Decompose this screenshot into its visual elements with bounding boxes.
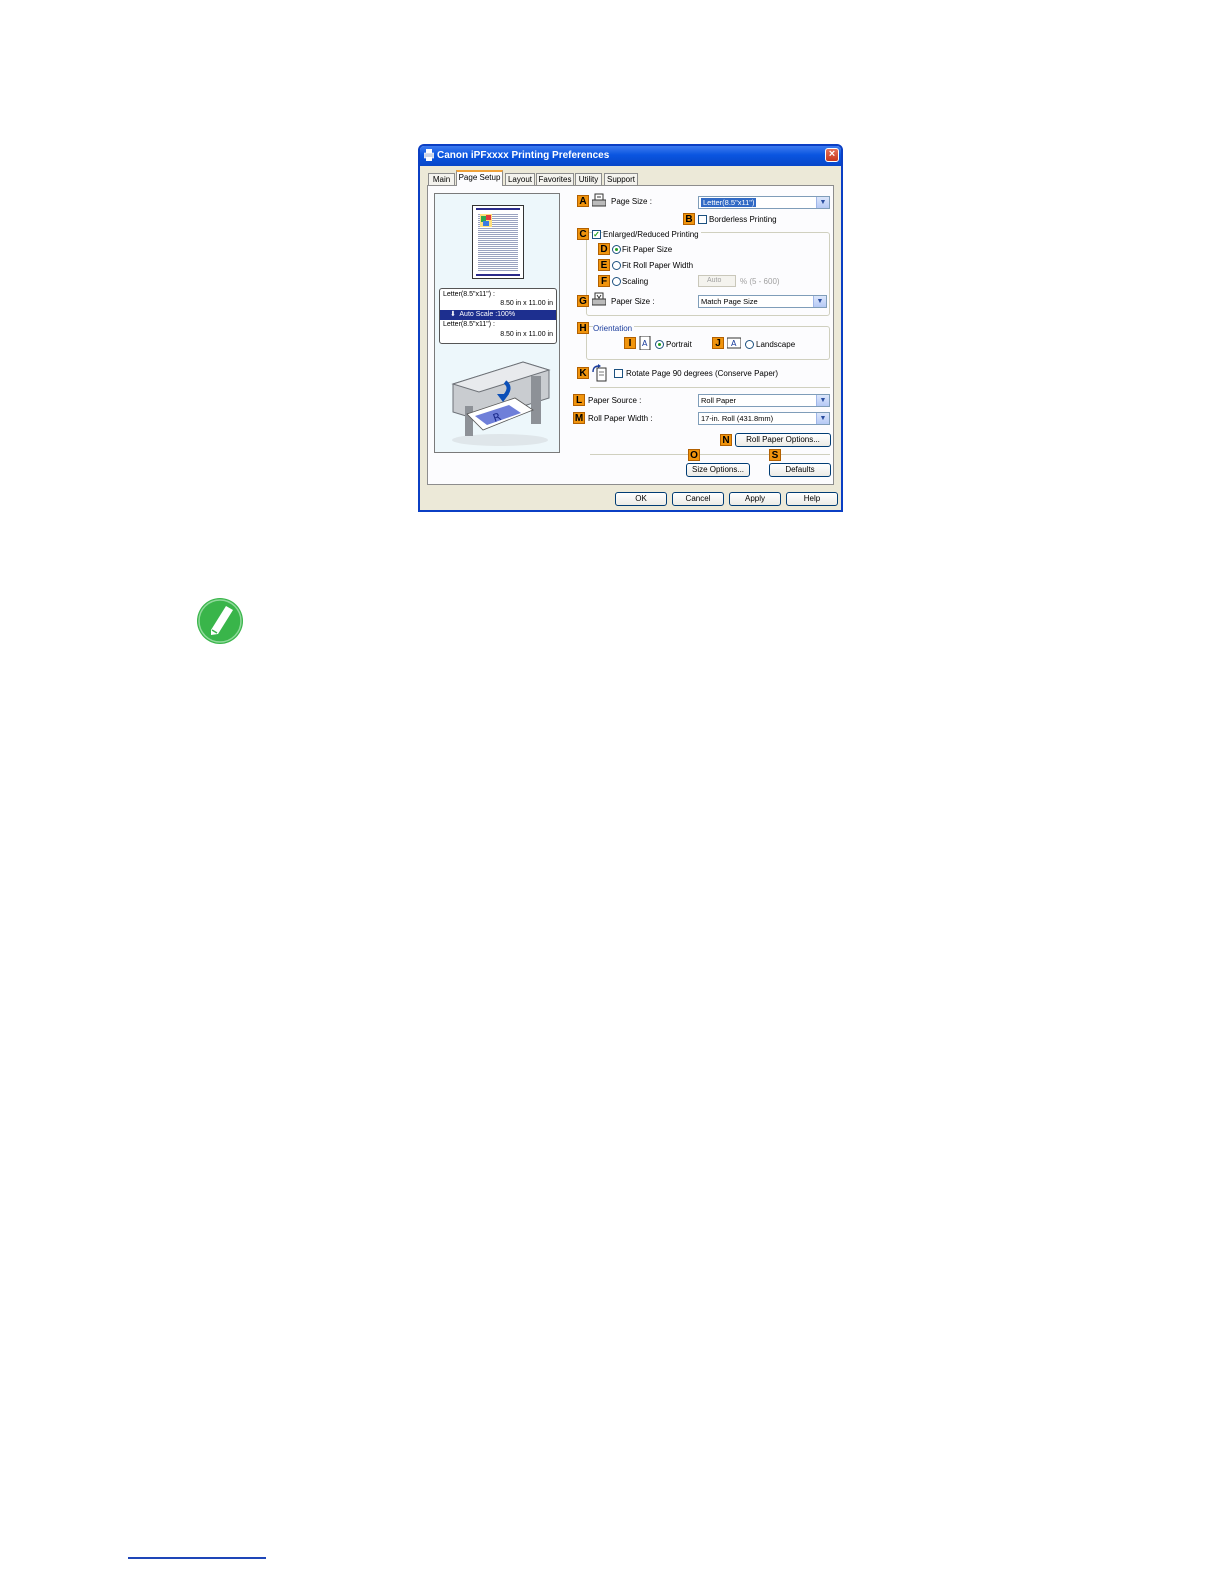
chevron-down-icon: ▼ <box>816 395 829 406</box>
help-button[interactable]: Help <box>786 492 838 506</box>
badge-i: I <box>624 337 636 349</box>
paper-size-value: Match Page Size <box>701 297 758 306</box>
scaling-label: Scaling <box>622 277 649 286</box>
info-line-2: 8.50 in x 11.00 in <box>500 300 553 307</box>
pencil-note-icon <box>197 598 243 644</box>
rotate-page-icon <box>592 364 607 382</box>
page-size-label: Page Size : <box>611 197 652 206</box>
chevron-down-icon: ▼ <box>816 197 829 208</box>
defaults-button[interactable]: Defaults <box>769 463 831 477</box>
badge-j: J <box>712 337 724 349</box>
badge-c: C <box>577 228 589 240</box>
landscape-label: Landscape <box>756 340 796 349</box>
page-thumbnail <box>472 205 524 279</box>
tab-utility[interactable]: Utility <box>575 173 602 185</box>
paper-size-label: Paper Size : <box>611 297 655 306</box>
borderless-label: Borderless Printing <box>709 215 777 224</box>
landscape-icon: A <box>727 337 741 349</box>
tab-page-setup[interactable]: Page Setup <box>456 170 503 186</box>
roll-width-select[interactable]: 17-in. Roll (431.8mm) ▼ <box>698 412 830 425</box>
tab-layout[interactable]: Layout <box>505 173 535 185</box>
divider-2 <box>590 454 830 455</box>
chevron-down-icon: ▼ <box>816 413 829 424</box>
badge-m: M <box>573 412 585 424</box>
title-bar: Canon iPFxxxx Printing Preferences × <box>420 146 841 166</box>
info-line-4: 8.50 in x 11.00 in <box>500 331 553 338</box>
badge-b: B <box>683 213 695 225</box>
badge-g: G <box>577 295 589 307</box>
badge-k: K <box>577 367 589 379</box>
badge-n: N <box>720 434 732 446</box>
badge-s: S <box>769 449 781 461</box>
portrait-label: Portrait <box>666 340 692 349</box>
cancel-button[interactable]: Cancel <box>672 492 724 506</box>
orientation-label: Orientation <box>593 324 635 333</box>
thumbnail-image-icon <box>480 214 492 227</box>
paper-size-icon <box>592 292 606 306</box>
svg-text:A: A <box>731 339 737 348</box>
preview-area: Letter(8.5"x11") : 8.50 in x 11.00 in ⬇ … <box>434 193 560 453</box>
roll-width-value: 17-in. Roll (431.8mm) <box>701 414 774 423</box>
apply-button[interactable]: Apply <box>729 492 781 506</box>
arrow-down-icon: ⬇ <box>450 311 456 318</box>
badge-o: O <box>688 449 700 461</box>
badge-l: L <box>573 394 585 406</box>
page-size-icon <box>592 193 606 207</box>
page-size-value: Letter(8.5"x11") <box>701 198 757 207</box>
info-line-1: Letter(8.5"x11") : <box>443 291 495 298</box>
scaling-value: Auto <box>707 277 722 284</box>
printer-app-icon <box>424 149 434 161</box>
footer-link-rule <box>128 1557 266 1559</box>
badge-h: H <box>577 322 589 334</box>
scaling-range-label: % (5 - 600) <box>740 277 780 286</box>
badge-d: D <box>598 243 610 255</box>
chevron-down-icon: ▼ <box>813 296 826 307</box>
rotate-page-label: Rotate Page 90 degrees (Conserve Paper) <box>626 369 779 378</box>
paper-source-select[interactable]: Roll Paper ▼ <box>698 394 830 407</box>
close-button[interactable]: × <box>825 148 839 162</box>
portrait-radio[interactable] <box>655 340 664 349</box>
rotate-page-checkbox[interactable] <box>614 369 623 378</box>
tab-support[interactable]: Support <box>604 173 638 185</box>
printing-preferences-dialog: Canon iPFxxxx Printing Preferences × Mai… <box>418 144 843 512</box>
landscape-radio[interactable] <box>745 340 754 349</box>
printer-illustration-icon: R <box>451 361 551 446</box>
fit-paper-size-radio[interactable] <box>612 245 621 254</box>
window-title: Canon iPFxxxx Printing Preferences <box>437 150 610 161</box>
paper-size-select[interactable]: Match Page Size ▼ <box>698 295 827 308</box>
size-info-box: Letter(8.5"x11") : 8.50 in x 11.00 in ⬇ … <box>439 288 557 344</box>
ok-button[interactable]: OK <box>615 492 667 506</box>
scale-text: Auto Scale :100% <box>459 311 516 318</box>
borderless-checkbox[interactable] <box>698 215 707 224</box>
size-options-button[interactable]: Size Options... <box>686 463 750 477</box>
svg-text:A: A <box>642 339 648 348</box>
fit-roll-width-label: Fit Roll Paper Width <box>622 261 694 270</box>
scaling-radio[interactable] <box>612 277 621 286</box>
roll-width-label: Roll Paper Width : <box>588 414 653 423</box>
tab-favorites[interactable]: Favorites <box>536 173 574 185</box>
tab-main[interactable]: Main <box>428 173 455 185</box>
badge-e: E <box>598 259 610 271</box>
fit-roll-width-radio[interactable] <box>612 261 621 270</box>
badge-f: F <box>598 275 610 287</box>
info-line-3: Letter(8.5"x11") : <box>443 321 495 328</box>
page-size-select[interactable]: Letter(8.5"x11") ▼ <box>698 196 830 209</box>
enlarged-reduced-label: Enlarged/Reduced Printing <box>603 230 701 239</box>
roll-paper-options-button[interactable]: Roll Paper Options... <box>735 433 831 447</box>
scale-highlight: ⬇ Auto Scale :100% <box>440 310 556 320</box>
enlarged-reduced-checkbox[interactable]: ✓ <box>592 230 601 239</box>
paper-source-label: Paper Source : <box>588 396 642 405</box>
thumbnail-top-rule <box>476 208 520 210</box>
thumbnail-bottom-rule <box>476 274 520 276</box>
fit-paper-size-label: Fit Paper Size <box>622 245 673 254</box>
paper-source-value: Roll Paper <box>701 396 737 405</box>
scaling-spinner[interactable]: Auto <box>698 275 736 287</box>
portrait-icon: A <box>639 336 651 350</box>
badge-a: A <box>577 195 589 207</box>
page-setup-panel: Letter(8.5"x11") : 8.50 in x 11.00 in ⬇ … <box>427 185 834 485</box>
divider-1 <box>590 387 830 388</box>
